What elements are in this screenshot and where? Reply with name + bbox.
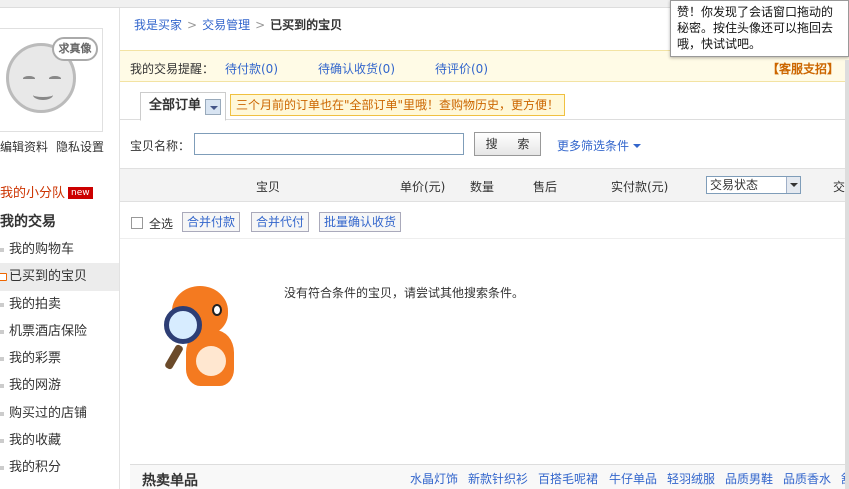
hot-link[interactable]: 百搭毛呢裙 — [538, 470, 598, 487]
sidebar-menu: 我的购物车 已买到的宝贝 我的拍卖 机票酒店保险 我的彩票 我的网游 购买过的店… — [0, 236, 119, 482]
order-table-header: 宝贝 单价(元) 数量 售后 实付款(元) 交易状态 交 — [120, 168, 849, 202]
bullet-icon — [0, 466, 4, 471]
hot-link[interactable]: 新款针织衫 — [468, 470, 528, 487]
my-team-link[interactable]: 我的小分队 new — [0, 182, 93, 201]
hot-items-bar: 热卖单品 水晶灯饰 新款针织衫 百搭毛呢裙 牛仔单品 轻羽绒服 品质男鞋 品质香… — [130, 464, 849, 489]
sidebar-item-lottery[interactable]: 我的彩票 — [0, 345, 119, 372]
bullet-icon — [0, 248, 4, 252]
sidebar-item-favorites[interactable]: 我的收藏 — [0, 427, 119, 454]
select-arrow-icon — [786, 177, 800, 193]
orders-history-tip: 三个月前的订单也在"全部订单"里哦！查购物历史，更方便！ — [230, 94, 566, 116]
breadcrumb-sep: > — [187, 18, 198, 32]
sidebar-item-auction[interactable]: 我的拍卖 — [0, 291, 119, 318]
my-team-label: 我的小分队 — [0, 186, 66, 201]
more-filters-link[interactable]: 更多筛选条件 — [557, 137, 642, 154]
bullet-icon — [0, 411, 4, 416]
hot-link[interactable]: 水晶灯饰 — [410, 470, 458, 487]
sidebar-item-shops[interactable]: 购买过的店铺 — [0, 400, 119, 427]
bullet-icon — [0, 439, 4, 444]
batch-actions: 全选 合并付款 合并代付 批量确认收货 — [120, 207, 849, 239]
select-all-label: 全选 — [149, 217, 174, 231]
sidebar-item-games[interactable]: 我的网游 — [0, 372, 119, 399]
vertical-scrollbar[interactable] — [845, 60, 849, 489]
breadcrumb: 我是买家 > 交易管理 > 已买到的宝贝 — [134, 16, 342, 34]
sidebar-item-cart[interactable]: 我的购物车 — [0, 236, 119, 263]
col-price: 单价(元) — [400, 180, 446, 194]
hot-link[interactable]: 牛仔单品 — [609, 470, 657, 487]
service-tips-link[interactable]: 【客服支招】 — [767, 60, 839, 77]
left-sidebar: 求真像 编辑资料 隐私设置 我的小分队 new 我的交易 我的购物车 已买到的宝贝… — [0, 8, 120, 489]
bullet-icon — [0, 357, 4, 362]
order-tabbar: 全部订单 三个月前的订单也在"全部订单"里哦！查购物历史，更方便！ — [120, 92, 849, 121]
empty-result-message: 没有符合条件的宝贝，请尝试其他搜索条件。 — [284, 286, 525, 300]
bullet-icon — [0, 329, 4, 334]
avatar-bubble: 求真像 — [52, 37, 98, 61]
col-item: 宝贝 — [256, 180, 281, 194]
merge-pay-button[interactable]: 合并付款 — [182, 212, 241, 232]
avatar-links: 编辑资料 隐私设置 — [0, 138, 110, 154]
hot-items-title: 热卖单品 — [142, 473, 198, 489]
sidebar-item-travel[interactable]: 机票酒店保险 — [0, 318, 119, 345]
new-badge: new — [68, 187, 93, 199]
sidebar-item-bought[interactable]: 已买到的宝贝 — [0, 263, 119, 291]
main-content: 我是买家 > 交易管理 > 已买到的宝贝 我的交易提醒： 待付款(0) 待确认收货(0)… — [120, 8, 849, 489]
item-name-label: 宝贝名称： — [130, 139, 191, 153]
tab-all-orders[interactable]: 全部订单 — [140, 92, 226, 121]
breadcrumb-sep: > — [255, 18, 266, 32]
trade-status-select[interactable]: 交易状态 — [706, 176, 801, 194]
col-after-sale: 售后 — [533, 180, 558, 194]
merge-agent-pay-button[interactable]: 合并代付 — [251, 212, 310, 232]
bullet-icon — [0, 384, 4, 389]
sidebar-item-points[interactable]: 我的积分 — [0, 454, 119, 481]
reminder-label: 我的交易提醒： — [130, 62, 215, 76]
magnifier-icon — [164, 306, 202, 344]
hot-link[interactable]: 品质香水 — [783, 470, 831, 487]
search-button[interactable]: 搜 索 — [474, 132, 541, 156]
item-name-input[interactable] — [194, 133, 464, 155]
caret-down-icon — [633, 144, 642, 148]
pending-payment-link[interactable]: 待付款(0) — [225, 60, 278, 77]
bullet-icon — [0, 302, 4, 307]
select-all-checkbox[interactable] — [131, 217, 143, 229]
minus-box-icon — [0, 273, 7, 282]
pending-rate-link[interactable]: 待评价(0) — [435, 60, 488, 77]
avatar[interactable]: 求真像 — [0, 28, 103, 132]
drag-tip-tooltip: 赞！你发现了会话窗口拖动的秘密。按住头像还可以拖回去哦，快试试吧。 — [670, 0, 849, 57]
privacy-settings-link[interactable]: 隐私设置 — [56, 138, 104, 155]
my-trades-heading: 我的交易 — [0, 214, 56, 230]
breadcrumb-buyer[interactable]: 我是买家 — [134, 18, 182, 32]
breadcrumb-current: 已买到的宝贝 — [270, 18, 343, 32]
hot-link[interactable]: 轻羽绒服 — [667, 470, 715, 487]
breadcrumb-trade-mgmt[interactable]: 交易管理 — [202, 18, 250, 32]
edit-profile-link[interactable]: 编辑资料 — [0, 138, 48, 155]
chevron-down-icon[interactable] — [205, 99, 221, 115]
taobao-mascot-icon — [164, 286, 246, 390]
batch-confirm-button[interactable]: 批量确认收货 — [319, 212, 402, 232]
col-paid: 实付款(元) — [611, 180, 669, 194]
col-qty: 数量 — [470, 180, 495, 194]
hot-link[interactable]: 品质男鞋 — [725, 470, 773, 487]
col-op: 交 — [833, 180, 846, 194]
pending-confirm-link[interactable]: 待确认收货(0) — [318, 60, 395, 77]
search-row: 宝贝名称： 搜 索 更多筛选条件 — [120, 130, 849, 160]
